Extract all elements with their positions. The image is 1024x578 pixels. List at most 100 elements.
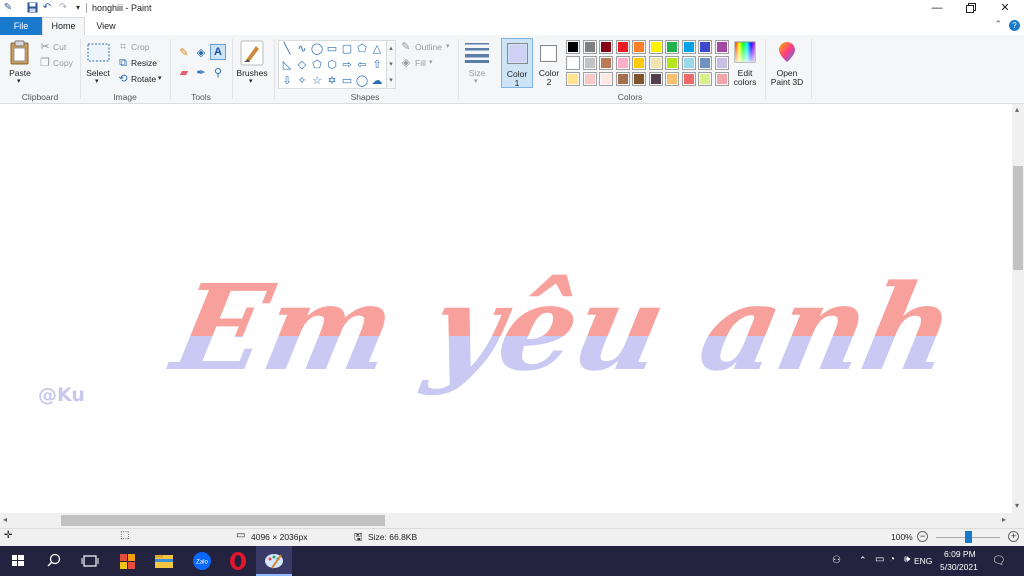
opera-browser-icon[interactable] <box>220 546 256 576</box>
palette-swatch[interactable] <box>599 72 613 86</box>
triangle-shape-icon[interactable]: △ <box>370 42 384 56</box>
paint-app-icon[interactable]: ✎ <box>2 2 14 14</box>
rotate-dropdown-icon[interactable]: ▾ <box>158 74 162 84</box>
scroll-up-icon[interactable]: ▴ <box>1015 105 1019 114</box>
diamond-shape-icon[interactable]: ◇ <box>295 58 309 72</box>
brushes-dropdown-icon[interactable]: ▾ <box>249 77 253 87</box>
volume-icon[interactable]: 🕪 <box>904 554 910 565</box>
redo-icon[interactable]: ↷ <box>57 2 69 14</box>
copy-icon[interactable]: ❐ <box>38 56 52 70</box>
file-explorer-icon[interactable] <box>146 546 182 576</box>
tab-file[interactable]: File <box>0 17 42 35</box>
resize-button[interactable]: Resize <box>131 58 157 68</box>
magnifier-icon[interactable]: ⚲ <box>211 66 225 80</box>
palette-swatch[interactable] <box>698 40 712 54</box>
edit-colors-label-2[interactable]: colors <box>729 77 761 87</box>
palette-swatch[interactable] <box>665 40 679 54</box>
rectangle-shape-icon[interactable]: ▭ <box>325 42 339 56</box>
battery-icon[interactable]: ▭ <box>875 554 884 565</box>
palette-swatch[interactable] <box>648 40 663 54</box>
outline-dropdown-icon[interactable]: ▾ <box>446 42 450 52</box>
palette-swatch[interactable] <box>632 40 646 54</box>
left-arrow-shape-icon[interactable]: ⇦ <box>355 58 369 72</box>
palette-swatch[interactable] <box>582 72 597 86</box>
palette-swatch[interactable] <box>714 72 729 86</box>
scroll-left-icon[interactable]: ◂ <box>3 515 7 524</box>
paint3d-label-2[interactable]: Paint 3D <box>766 77 808 87</box>
scroll-right-icon[interactable]: ▸ <box>1002 515 1006 524</box>
clock-date[interactable]: 5/30/2021 <box>940 562 978 572</box>
people-icon[interactable]: ⚇ <box>832 555 841 566</box>
vertical-scroll-thumb[interactable] <box>1013 166 1023 270</box>
fill-button[interactable]: Fill <box>415 58 426 68</box>
clock-time[interactable]: 6:09 PM <box>944 549 976 559</box>
zoom-out-button[interactable]: − <box>917 531 928 542</box>
palette-swatch[interactable] <box>615 56 630 70</box>
rotate-button[interactable]: Rotate <box>131 74 156 84</box>
horizontal-scrollbar[interactable]: ◂ ▸ <box>0 513 1024 528</box>
hexagon-shape-icon[interactable]: ⬡ <box>325 58 339 72</box>
color-picker-icon[interactable]: ✒ <box>194 66 208 80</box>
oval-shape-icon[interactable]: ◯ <box>310 42 324 56</box>
palette-swatch[interactable] <box>615 40 630 54</box>
palette-swatch[interactable] <box>599 40 613 54</box>
up-arrow-shape-icon[interactable]: ⇧ <box>370 58 384 72</box>
scroll-down-icon[interactable]: ▾ <box>1015 501 1019 510</box>
cut-icon[interactable]: ✂ <box>38 40 52 54</box>
text-tool-icon[interactable]: A <box>210 44 226 60</box>
input-language[interactable]: ENG <box>914 556 932 566</box>
size-icon[interactable] <box>464 41 490 65</box>
four-point-star-shape-icon[interactable]: ✧ <box>295 74 309 88</box>
fill-dropdown-icon[interactable]: ▾ <box>429 58 433 68</box>
paint-taskbar-icon[interactable] <box>256 546 292 576</box>
paste-button[interactable] <box>9 40 31 68</box>
line-shape-icon[interactable]: ╲ <box>280 42 294 56</box>
palette-swatch[interactable] <box>681 56 696 70</box>
palette-swatch[interactable] <box>582 40 597 54</box>
right-arrow-shape-icon[interactable]: ⇨ <box>340 58 354 72</box>
five-point-star-shape-icon[interactable]: ☆ <box>310 74 324 88</box>
pentagon-shape-icon[interactable]: ⬠ <box>310 58 324 72</box>
palette-swatch[interactable] <box>665 72 679 86</box>
color1-button[interactable]: Color 1 <box>501 38 533 88</box>
fill-icon[interactable]: ◈ <box>399 56 413 70</box>
minimize-button[interactable]: — <box>920 0 954 17</box>
task-view-icon[interactable] <box>72 546 108 576</box>
palette-swatch[interactable] <box>648 72 663 86</box>
start-button[interactable] <box>0 546 36 576</box>
copy-button[interactable]: Copy <box>53 58 73 68</box>
six-point-star-shape-icon[interactable]: ✡ <box>325 74 339 88</box>
palette-swatch[interactable] <box>698 56 712 70</box>
undo-icon[interactable]: ↶ <box>41 2 53 14</box>
outline-icon[interactable]: ✎ <box>399 40 413 54</box>
callout-rectangle-shape-icon[interactable]: ▭ <box>340 74 354 88</box>
paint3d-icon[interactable] <box>777 41 797 65</box>
store-app-icon[interactable] <box>110 546 146 576</box>
resize-icon[interactable]: ⧉ <box>116 56 130 70</box>
palette-swatch[interactable] <box>566 72 580 86</box>
customize-quick-access-icon[interactable]: ▾ <box>72 2 84 14</box>
vertical-scrollbar[interactable]: ▴ ▾ <box>1012 104 1024 513</box>
zalo-icon[interactable]: Zalo <box>184 546 220 576</box>
palette-swatch[interactable] <box>681 72 696 86</box>
eraser-icon[interactable]: ▰ <box>177 66 191 80</box>
rounded-rectangle-shape-icon[interactable]: ▢ <box>340 42 354 56</box>
palette-swatch[interactable] <box>681 40 696 54</box>
polygon-shape-icon[interactable]: ⬠ <box>355 42 369 56</box>
cut-button[interactable]: Cut <box>53 42 66 52</box>
palette-swatch[interactable] <box>714 56 729 70</box>
crop-button[interactable]: Crop <box>131 42 149 52</box>
help-icon[interactable]: ? <box>1009 20 1020 31</box>
palette-swatch[interactable] <box>698 72 712 86</box>
palette-swatch[interactable] <box>665 56 679 70</box>
callout-oval-shape-icon[interactable]: ◯ <box>355 74 369 88</box>
palette-swatch[interactable] <box>648 56 663 70</box>
palette-swatch[interactable] <box>632 56 646 70</box>
palette-swatch[interactable] <box>599 56 613 70</box>
collapse-ribbon-icon[interactable]: ⌃ <box>994 19 1002 30</box>
outline-button[interactable]: Outline <box>415 42 442 52</box>
select-icon[interactable] <box>87 43 111 65</box>
palette-swatch[interactable] <box>714 40 729 54</box>
search-icon[interactable] <box>36 546 72 576</box>
drawing-canvas[interactable]: Em yêu anh Em yêu anh @Ku <box>0 104 1012 513</box>
